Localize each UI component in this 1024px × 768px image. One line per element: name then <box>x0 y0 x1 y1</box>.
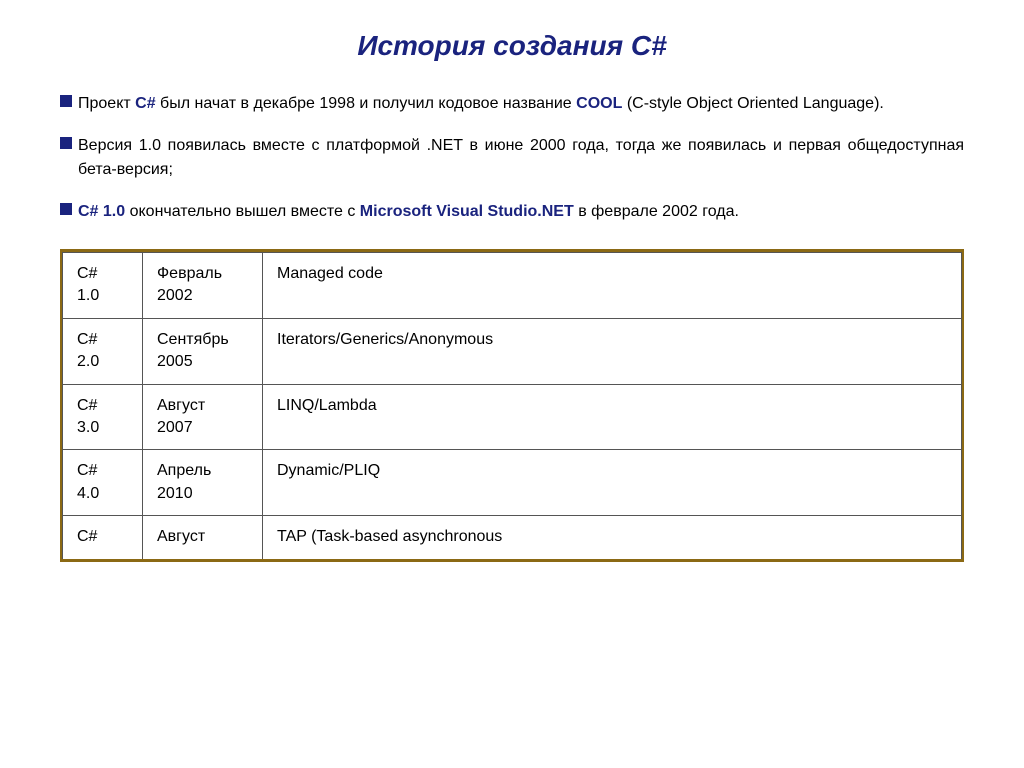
table-cell-version-4: C#4.0 <box>63 450 143 516</box>
bullet-icon-1 <box>60 95 72 107</box>
section-1: Проект C# был начат в декабре 1998 и пол… <box>60 92 964 116</box>
table-cell-feature-2: Iterators/Generics/Anonymous <box>263 318 962 384</box>
bullet-icon-2 <box>60 137 72 149</box>
bullet-icon-3 <box>60 203 72 215</box>
table-cell-feature-4: Dynamic/PLIQ <box>263 450 962 516</box>
section-3: C# 1.0 окончательно вышел вместе с Micro… <box>60 200 964 224</box>
table-cell-date-1: Февраль2002 <box>143 253 263 319</box>
section-1-text: Проект C# был начат в декабре 1998 и пол… <box>78 92 964 116</box>
versions-table-wrapper: C#1.0 Февраль2002 Managed code C#2.0 Сен… <box>60 249 964 562</box>
versions-table: C#1.0 Февраль2002 Managed code C#2.0 Сен… <box>62 252 962 559</box>
table-cell-feature-5: TAP (Task-based asynchronous <box>263 516 962 559</box>
table-cell-date-3: Август2007 <box>143 384 263 450</box>
page-title: История создания C# <box>60 30 964 62</box>
section-2-text: Версия 1.0 появилась вместе с платформой… <box>78 134 964 182</box>
vs-net-highlight: Microsoft Visual Studio.NET <box>360 203 574 220</box>
table-row: C#1.0 Февраль2002 Managed code <box>63 253 962 319</box>
table-cell-version-2: C#2.0 <box>63 318 143 384</box>
table-cell-version-1: C#1.0 <box>63 253 143 319</box>
table-row: C#3.0 Август2007 LINQ/Lambda <box>63 384 962 450</box>
table-cell-feature-3: LINQ/Lambda <box>263 384 962 450</box>
table-cell-date-2: Сентябрь2005 <box>143 318 263 384</box>
section-3-text: C# 1.0 окончательно вышел вместе с Micro… <box>78 200 964 224</box>
table-cell-date-4: Апрель2010 <box>143 450 263 516</box>
table-cell-date-5: Август <box>143 516 263 559</box>
table-row: C# Август TAP (Task-based asynchronous <box>63 516 962 559</box>
csharp-10-highlight: C# 1.0 <box>78 203 125 220</box>
section-2: Версия 1.0 появилась вместе с платформой… <box>60 134 964 182</box>
table-cell-feature-1: Managed code <box>263 253 962 319</box>
cool-highlight: COOL <box>576 95 622 112</box>
csharp-highlight-1: C# <box>135 95 155 112</box>
table-cell-version-3: C#3.0 <box>63 384 143 450</box>
table-cell-version-5: C# <box>63 516 143 559</box>
table-row: C#4.0 Апрель2010 Dynamic/PLIQ <box>63 450 962 516</box>
table-row: C#2.0 Сентябрь2005 Iterators/Generics/An… <box>63 318 962 384</box>
